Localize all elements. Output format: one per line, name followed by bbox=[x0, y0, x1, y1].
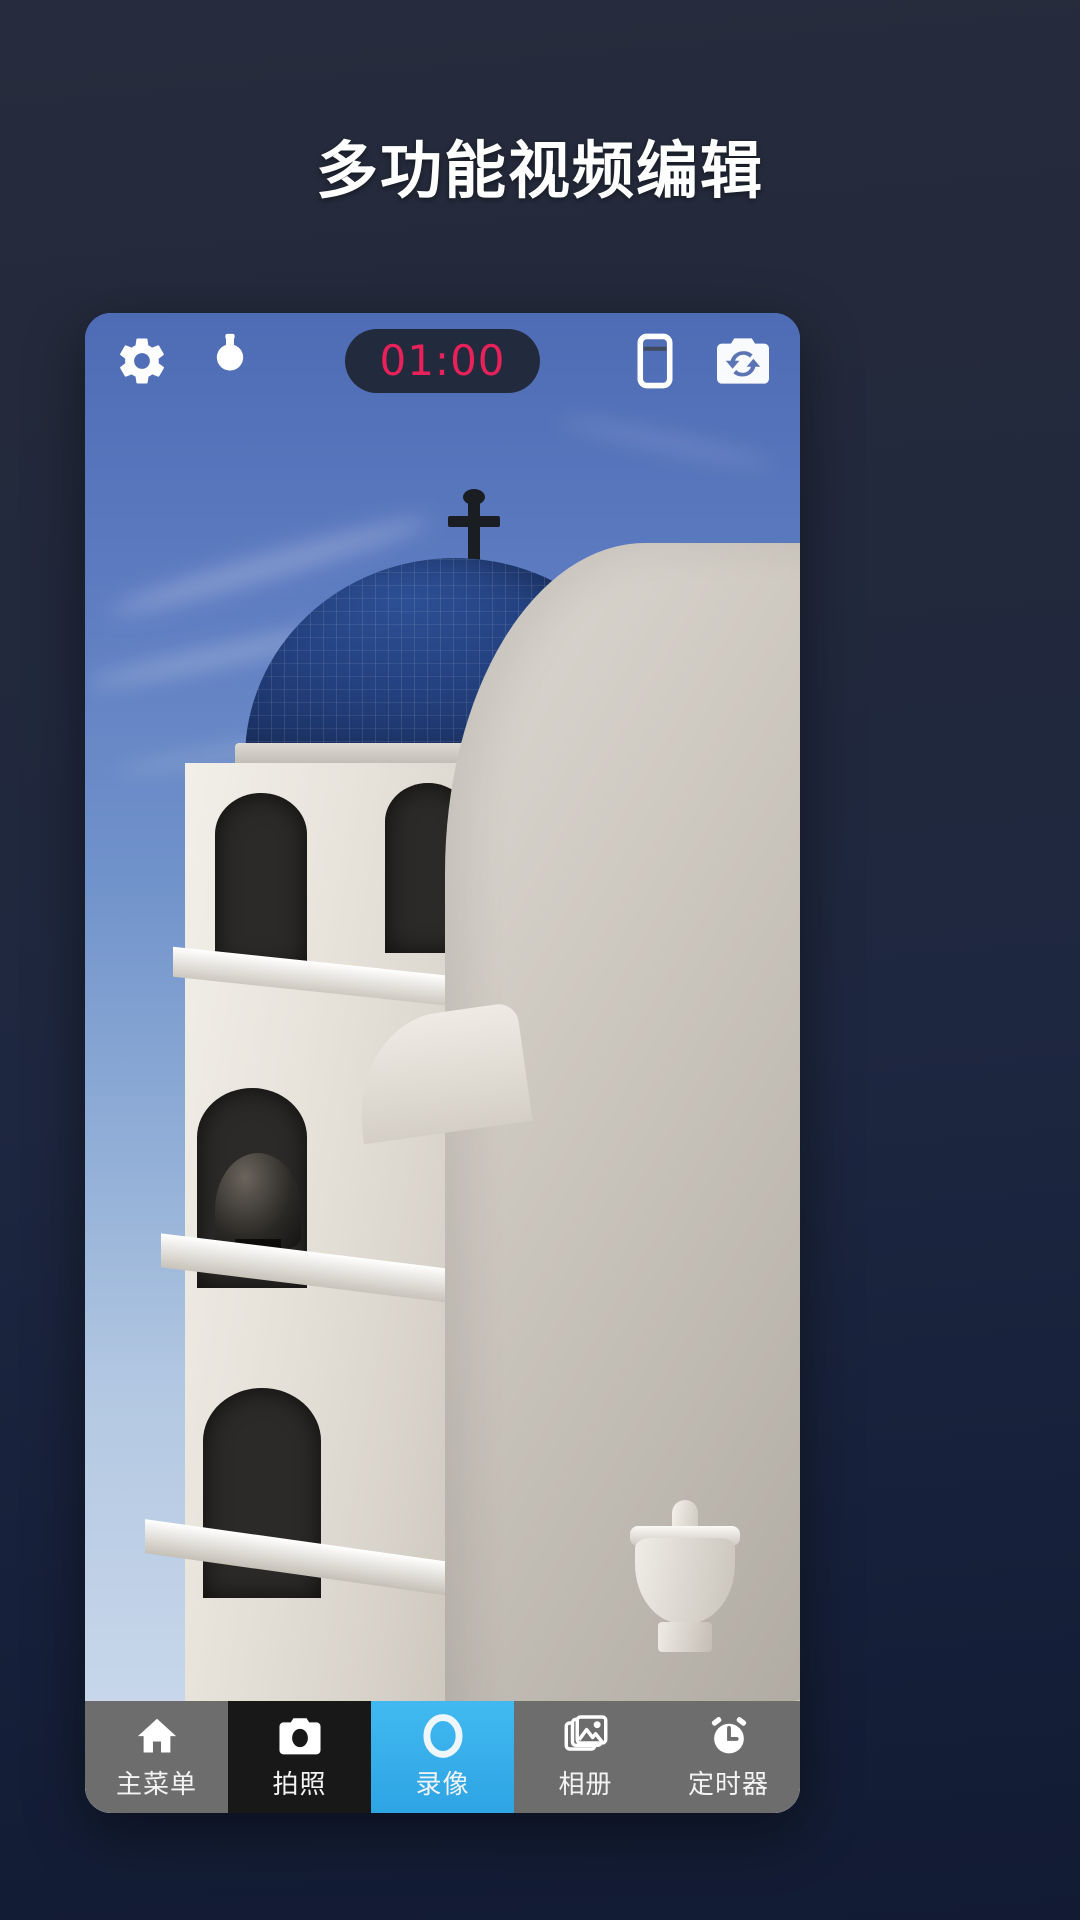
camera-switch-icon bbox=[715, 336, 771, 386]
phone-ratio-icon bbox=[637, 333, 673, 389]
nav-label: 定时器 bbox=[687, 1770, 769, 1800]
nav-item-photo[interactable]: 拍照 bbox=[228, 1701, 371, 1813]
flashlight-icon bbox=[210, 333, 250, 389]
settings-button[interactable] bbox=[111, 330, 173, 392]
camera-viewfinder[interactable] bbox=[85, 313, 800, 1813]
church-facade-wall bbox=[445, 543, 800, 1813]
camera-icon bbox=[277, 1713, 323, 1759]
gear-icon bbox=[115, 334, 169, 388]
nav-item-main-menu[interactable]: 主菜单 bbox=[85, 1701, 228, 1813]
phone-mockup: 01:00 主菜单 拍照 录像 相册 定时器 bbox=[85, 313, 800, 1813]
stone-urn bbox=[630, 1498, 740, 1658]
nav-item-album[interactable]: 相册 bbox=[514, 1701, 657, 1813]
cross-icon bbox=[448, 498, 500, 566]
nav-item-video[interactable]: 录像 bbox=[371, 1701, 514, 1813]
nav-label: 录像 bbox=[415, 1770, 470, 1800]
urn-bowl bbox=[635, 1538, 735, 1624]
record-ring-icon bbox=[420, 1713, 466, 1759]
nav-label: 主菜单 bbox=[115, 1770, 197, 1800]
switch-camera-button[interactable] bbox=[712, 330, 774, 392]
camera-bottom-nav: 主菜单 拍照 录像 相册 定时器 bbox=[85, 1701, 800, 1813]
gallery-icon bbox=[563, 1713, 609, 1759]
aspect-ratio-button[interactable] bbox=[624, 330, 686, 392]
recording-timer[interactable]: 01:00 bbox=[345, 329, 540, 393]
nav-item-timer[interactable]: 定时器 bbox=[657, 1701, 800, 1813]
home-icon bbox=[134, 1713, 180, 1759]
nav-label: 相册 bbox=[558, 1770, 613, 1800]
page-title: 多功能视频编辑 bbox=[315, 134, 764, 207]
alarm-clock-icon bbox=[706, 1713, 752, 1759]
tower-arch bbox=[215, 793, 307, 968]
nav-label: 拍照 bbox=[272, 1770, 327, 1800]
flash-button[interactable] bbox=[199, 330, 261, 392]
camera-top-toolbar: 01:00 bbox=[85, 313, 800, 409]
urn-base bbox=[658, 1622, 712, 1652]
